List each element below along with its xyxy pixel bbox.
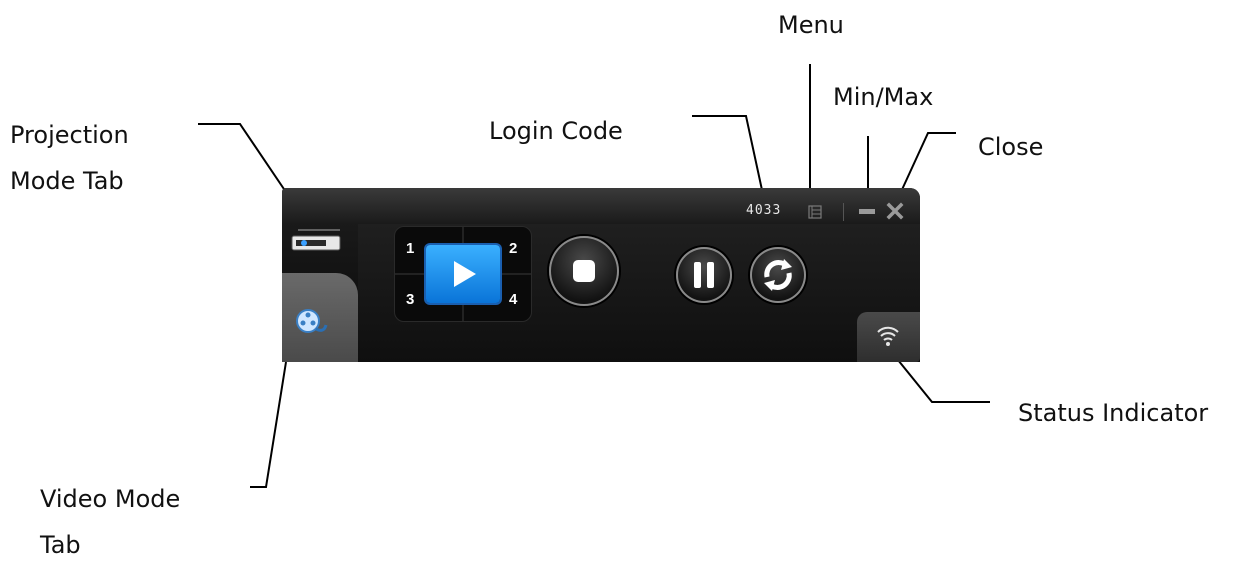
quad-label-2[interactable]: 2 (509, 240, 517, 257)
quad-label-3[interactable]: 3 (406, 291, 414, 308)
close-icon[interactable] (886, 202, 904, 220)
quad-label-1[interactable]: 1 (406, 240, 414, 257)
menu-callout: Menu (778, 11, 844, 39)
quad-label-4[interactable]: 4 (509, 291, 517, 308)
min-max-callout: Min/Max (833, 83, 934, 111)
play-button[interactable] (426, 245, 500, 303)
projection-mode-tab-callout: Projection Mode Tab (10, 121, 129, 195)
video-mode-tab-callout: Video Mode Tab (40, 485, 181, 559)
video-mode-tab[interactable] (282, 273, 358, 362)
refresh-button[interactable] (750, 247, 806, 303)
login-code-callout: Login Code (489, 117, 623, 145)
status-indicator-callout: Status Indicator (1018, 399, 1209, 427)
status-indicator (857, 312, 920, 362)
stop-icon (573, 260, 595, 282)
menu-icon[interactable] (808, 205, 822, 219)
pause-button[interactable] (676, 247, 732, 303)
stop-button[interactable] (549, 236, 619, 306)
login-code: 4033 (746, 203, 782, 218)
refresh-icon (764, 259, 792, 291)
projection-leader (198, 123, 291, 199)
status-leader (897, 359, 990, 403)
login-code-leader (692, 115, 763, 191)
projector-icon[interactable] (288, 224, 344, 254)
video-leader (250, 361, 287, 488)
play-icon (454, 261, 476, 287)
wifi-icon (877, 326, 899, 346)
minimize-icon[interactable] (859, 206, 875, 216)
pause-icon (694, 262, 714, 288)
film-reel-icon (296, 309, 328, 333)
title-separator (843, 203, 844, 221)
close-leader (899, 132, 956, 195)
title-bar (282, 188, 920, 224)
close-callout: Close (978, 133, 1044, 161)
